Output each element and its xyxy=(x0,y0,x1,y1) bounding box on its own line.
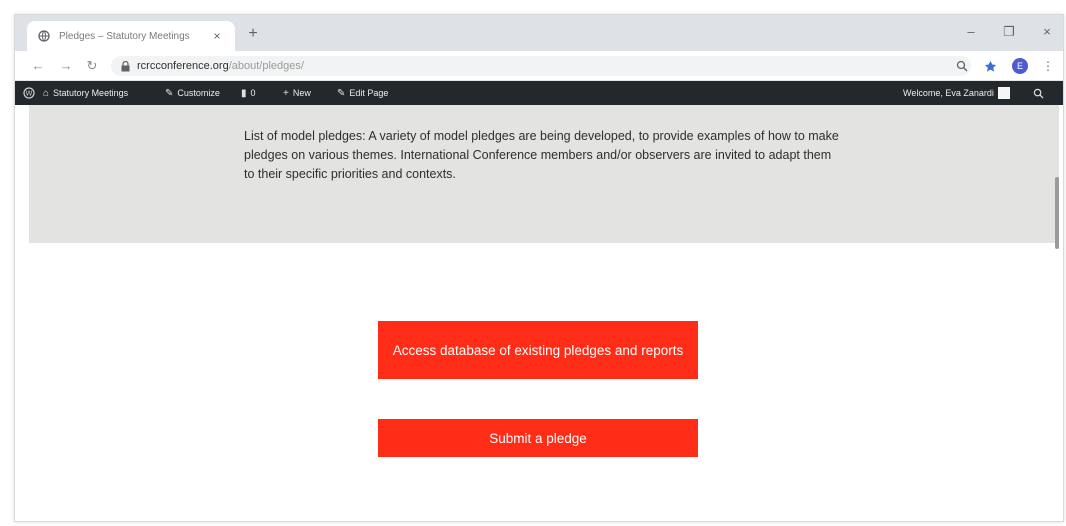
comment-icon: ▮ xyxy=(241,87,247,99)
profile-avatar[interactable]: E xyxy=(1011,57,1029,75)
avatar: E xyxy=(1012,58,1028,74)
new-label: New xyxy=(292,88,311,98)
adminbar-comments[interactable]: ▮ 0 xyxy=(241,81,256,105)
access-database-button[interactable]: Access database of existing pledges and … xyxy=(378,321,698,379)
page-content: List of model pledges: A variety of mode… xyxy=(15,105,1063,521)
tab-strip: Pledges – Statutory Meetings × + – ❐ × xyxy=(15,15,1063,51)
plus-icon: + xyxy=(283,87,289,99)
customize-label: Customize xyxy=(177,88,220,98)
browser-toolbar: ← → ↻ rcrcconference.org /about/pledges/… xyxy=(15,51,1063,81)
dashboard-icon: ⌂ xyxy=(43,87,50,99)
site-name-label: Statutory Meetings xyxy=(53,88,129,98)
user-avatar xyxy=(997,87,1010,99)
forward-icon[interactable]: → xyxy=(57,57,75,75)
restore-icon[interactable]: ❐ xyxy=(999,24,1019,40)
url-path: /about/pledges/ xyxy=(228,60,304,72)
adminbar-search-icon[interactable] xyxy=(1033,81,1044,105)
back-icon[interactable]: ← xyxy=(29,57,47,75)
wp-admin-bar: W ⌂ Statutory Meetings ✎ Customize ▮ 0 +… xyxy=(15,81,1063,105)
adminbar-site-name[interactable]: ⌂ Statutory Meetings xyxy=(43,81,128,105)
pencil-icon: ✎ xyxy=(337,87,346,99)
svg-text:W: W xyxy=(26,90,33,98)
intro-paragraph: List of model pledges: A variety of mode… xyxy=(244,129,839,181)
url-host: rcrcconference.org xyxy=(137,60,229,72)
adminbar-edit-page[interactable]: ✎ Edit Page xyxy=(337,81,388,105)
browser-window: Pledges – Statutory Meetings × + – ❐ × ←… xyxy=(14,14,1064,522)
tab-close-icon[interactable]: × xyxy=(209,29,225,43)
more-menu-icon[interactable]: ⋮ xyxy=(1039,57,1057,75)
browser-tab[interactable]: Pledges – Statutory Meetings × xyxy=(27,21,235,51)
brush-icon: ✎ xyxy=(165,87,174,99)
submit-pledge-button[interactable]: Submit a pledge xyxy=(378,419,698,457)
new-tab-icon[interactable]: + xyxy=(243,25,263,43)
intro-panel: List of model pledges: A variety of mode… xyxy=(29,105,1059,243)
wp-logo-icon[interactable]: W xyxy=(23,81,35,105)
address-bar[interactable]: rcrcconference.org /about/pledges/ xyxy=(111,56,971,76)
tab-title: Pledges – Statutory Meetings xyxy=(59,30,190,42)
adminbar-account[interactable]: Welcome, Eva Zanardi xyxy=(903,81,1010,105)
welcome-label: Welcome, Eva Zanardi xyxy=(903,88,994,98)
scrollbar-thumb[interactable] xyxy=(1055,177,1059,249)
lock-icon xyxy=(121,60,131,72)
globe-icon xyxy=(37,29,51,43)
zoom-search-icon[interactable] xyxy=(953,57,971,75)
reload-icon[interactable]: ↻ xyxy=(83,57,101,75)
comments-count: 0 xyxy=(250,88,256,98)
bookmark-star-icon[interactable] xyxy=(981,57,999,75)
minimize-icon[interactable]: – xyxy=(961,24,981,39)
adminbar-new[interactable]: + New xyxy=(283,81,311,105)
adminbar-customize[interactable]: ✎ Customize xyxy=(165,81,220,105)
close-window-icon[interactable]: × xyxy=(1037,24,1057,39)
edit-page-label: Edit Page xyxy=(349,88,389,98)
